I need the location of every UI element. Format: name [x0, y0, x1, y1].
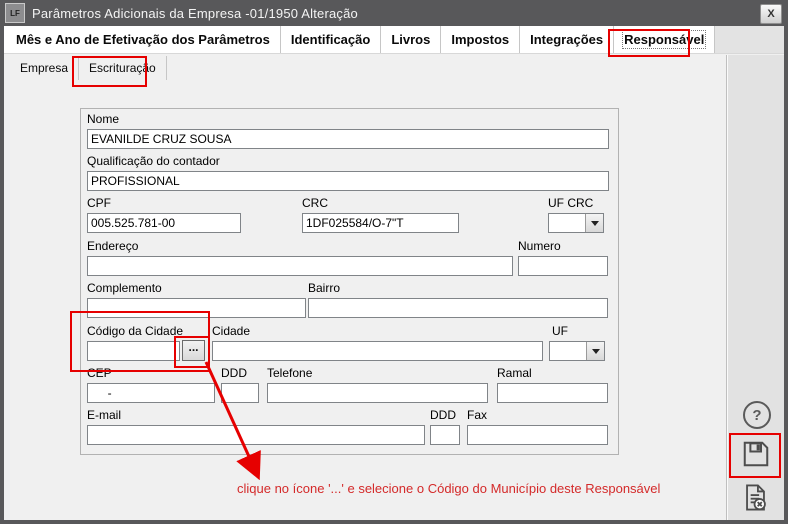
tab-label: Mês e Ano de Efetivação dos Parâmetros — [16, 32, 270, 47]
field-cep: CEP — [87, 366, 215, 403]
ramal-label: Ramal — [497, 366, 608, 380]
cancel-button[interactable] — [741, 483, 770, 517]
save-button[interactable] — [741, 439, 771, 474]
tab-page-responsavel: Empresa Escrituração Nome Qualificação d… — [4, 54, 784, 520]
question-mark-icon: ? — [752, 407, 761, 424]
endereco-label: Endereço — [87, 239, 513, 253]
cidade-label: Cidade — [212, 324, 543, 338]
telefone-label: Telefone — [267, 366, 488, 380]
field-nome: Nome — [87, 112, 609, 149]
field-bairro: Bairro — [308, 281, 608, 318]
fax-label: Fax — [467, 408, 608, 422]
tab-impostos[interactable]: Impostos — [441, 26, 520, 53]
crc-label: CRC — [302, 196, 459, 210]
dialog-body: Mês e Ano de Efetivação dos Parâmetros I… — [4, 26, 784, 520]
title-bar: LF Parâmetros Adicionais da Empresa -01/… — [0, 0, 788, 26]
cep-label: CEP — [87, 366, 215, 380]
field-uf: UF — [552, 324, 605, 361]
subtab-empresa[interactable]: Empresa — [10, 56, 79, 80]
complemento-label: Complemento — [87, 281, 306, 295]
uf-value — [550, 342, 586, 360]
uf-crc-dropdown-button[interactable] — [585, 214, 603, 232]
floppy-disk-icon — [741, 439, 771, 469]
uf-crc-value — [549, 214, 585, 232]
responsavel-groupbox: Nome Qualificação do contador CPF CRC UF… — [80, 108, 619, 455]
field-email: E-mail — [87, 408, 425, 445]
tab-strip: Mês e Ano de Efetivação dos Parâmetros I… — [4, 26, 715, 53]
close-button[interactable]: X — [760, 4, 782, 24]
tab-mes-ano-efetivacao[interactable]: Mês e Ano de Efetivação dos Parâmetros — [6, 26, 281, 53]
ddd-fax-label: DDD — [430, 408, 460, 422]
field-ddd-fax: DDD — [430, 408, 460, 445]
field-fax: Fax — [467, 408, 608, 445]
chevron-down-icon — [591, 221, 599, 226]
tab-label: Responsável — [624, 32, 704, 47]
cpf-input[interactable] — [87, 213, 241, 233]
crc-input[interactable] — [302, 213, 459, 233]
field-uf-crc: UF CRC — [548, 196, 604, 233]
right-toolbar: ? — [726, 55, 784, 520]
field-codigo-cidade: Código da Cidade — [87, 324, 183, 361]
email-label: E-mail — [87, 408, 425, 422]
field-crc: CRC — [302, 196, 459, 233]
tab-label: Livros — [391, 32, 430, 47]
field-complemento: Complemento — [87, 281, 306, 318]
email-input[interactable] — [87, 425, 425, 445]
codigo-cidade-input[interactable] — [87, 341, 180, 361]
field-ddd-telefone: DDD — [221, 366, 259, 403]
tab-responsavel[interactable]: Responsável — [614, 26, 715, 53]
ramal-input[interactable] — [497, 383, 608, 403]
qualificacao-label: Qualificação do contador — [87, 154, 609, 168]
subtab-label: Empresa — [20, 61, 68, 75]
app-icon: LF — [5, 3, 25, 23]
uf-crc-label: UF CRC — [548, 196, 604, 210]
field-ramal: Ramal — [497, 366, 608, 403]
window-title: Parâmetros Adicionais da Empresa -01/195… — [32, 6, 358, 21]
tab-identificacao[interactable]: Identificação — [281, 26, 381, 53]
numero-input[interactable] — [518, 256, 608, 276]
cpf-label: CPF — [87, 196, 241, 210]
tab-livros[interactable]: Livros — [381, 26, 441, 53]
tab-label: Integrações — [530, 32, 603, 47]
subtab-label: Escrituração — [89, 61, 156, 75]
endereco-input[interactable] — [87, 256, 513, 276]
nome-label: Nome — [87, 112, 609, 126]
help-button[interactable]: ? — [743, 401, 771, 429]
tab-label: Impostos — [451, 32, 509, 47]
bairro-input[interactable] — [308, 298, 608, 318]
uf-select[interactable] — [549, 341, 605, 361]
codigo-cidade-label: Código da Cidade — [87, 324, 183, 338]
bairro-label: Bairro — [308, 281, 608, 295]
cep-input[interactable] — [87, 383, 215, 403]
field-cpf: CPF — [87, 196, 241, 233]
cidade-input[interactable] — [212, 341, 543, 361]
nome-input[interactable] — [87, 129, 609, 149]
tab-label: Identificação — [291, 32, 370, 47]
field-numero: Numero — [518, 239, 608, 276]
tab-integracoes[interactable]: Integrações — [520, 26, 614, 53]
complemento-input[interactable] — [87, 298, 306, 318]
numero-label: Numero — [518, 239, 608, 253]
telefone-input[interactable] — [267, 383, 488, 403]
subtab-escrituracao[interactable]: Escrituração — [79, 56, 167, 80]
ddd-telefone-label: DDD — [221, 366, 259, 380]
uf-crc-select[interactable] — [548, 213, 604, 233]
document-cancel-icon — [741, 483, 770, 512]
field-endereco: Endereço — [87, 239, 513, 276]
uf-dropdown-button[interactable] — [586, 342, 604, 360]
chevron-down-icon — [592, 349, 600, 354]
subtab-bar: Empresa Escrituração — [4, 54, 167, 81]
fax-input[interactable] — [467, 425, 608, 445]
uf-label: UF — [552, 324, 605, 338]
field-qualificacao: Qualificação do contador — [87, 154, 609, 191]
codigo-cidade-browse-button[interactable]: ... — [182, 340, 205, 361]
field-telefone: Telefone — [267, 366, 488, 403]
tab-bar: Mês e Ano de Efetivação dos Parâmetros I… — [4, 26, 784, 54]
ddd-fax-input[interactable] — [430, 425, 460, 445]
tab-bar-filler — [715, 26, 784, 53]
ddd-telefone-input[interactable] — [221, 383, 259, 403]
field-cidade: Cidade — [212, 324, 543, 361]
dialog-window: LF Parâmetros Adicionais da Empresa -01/… — [0, 0, 788, 524]
qualificacao-input[interactable] — [87, 171, 609, 191]
